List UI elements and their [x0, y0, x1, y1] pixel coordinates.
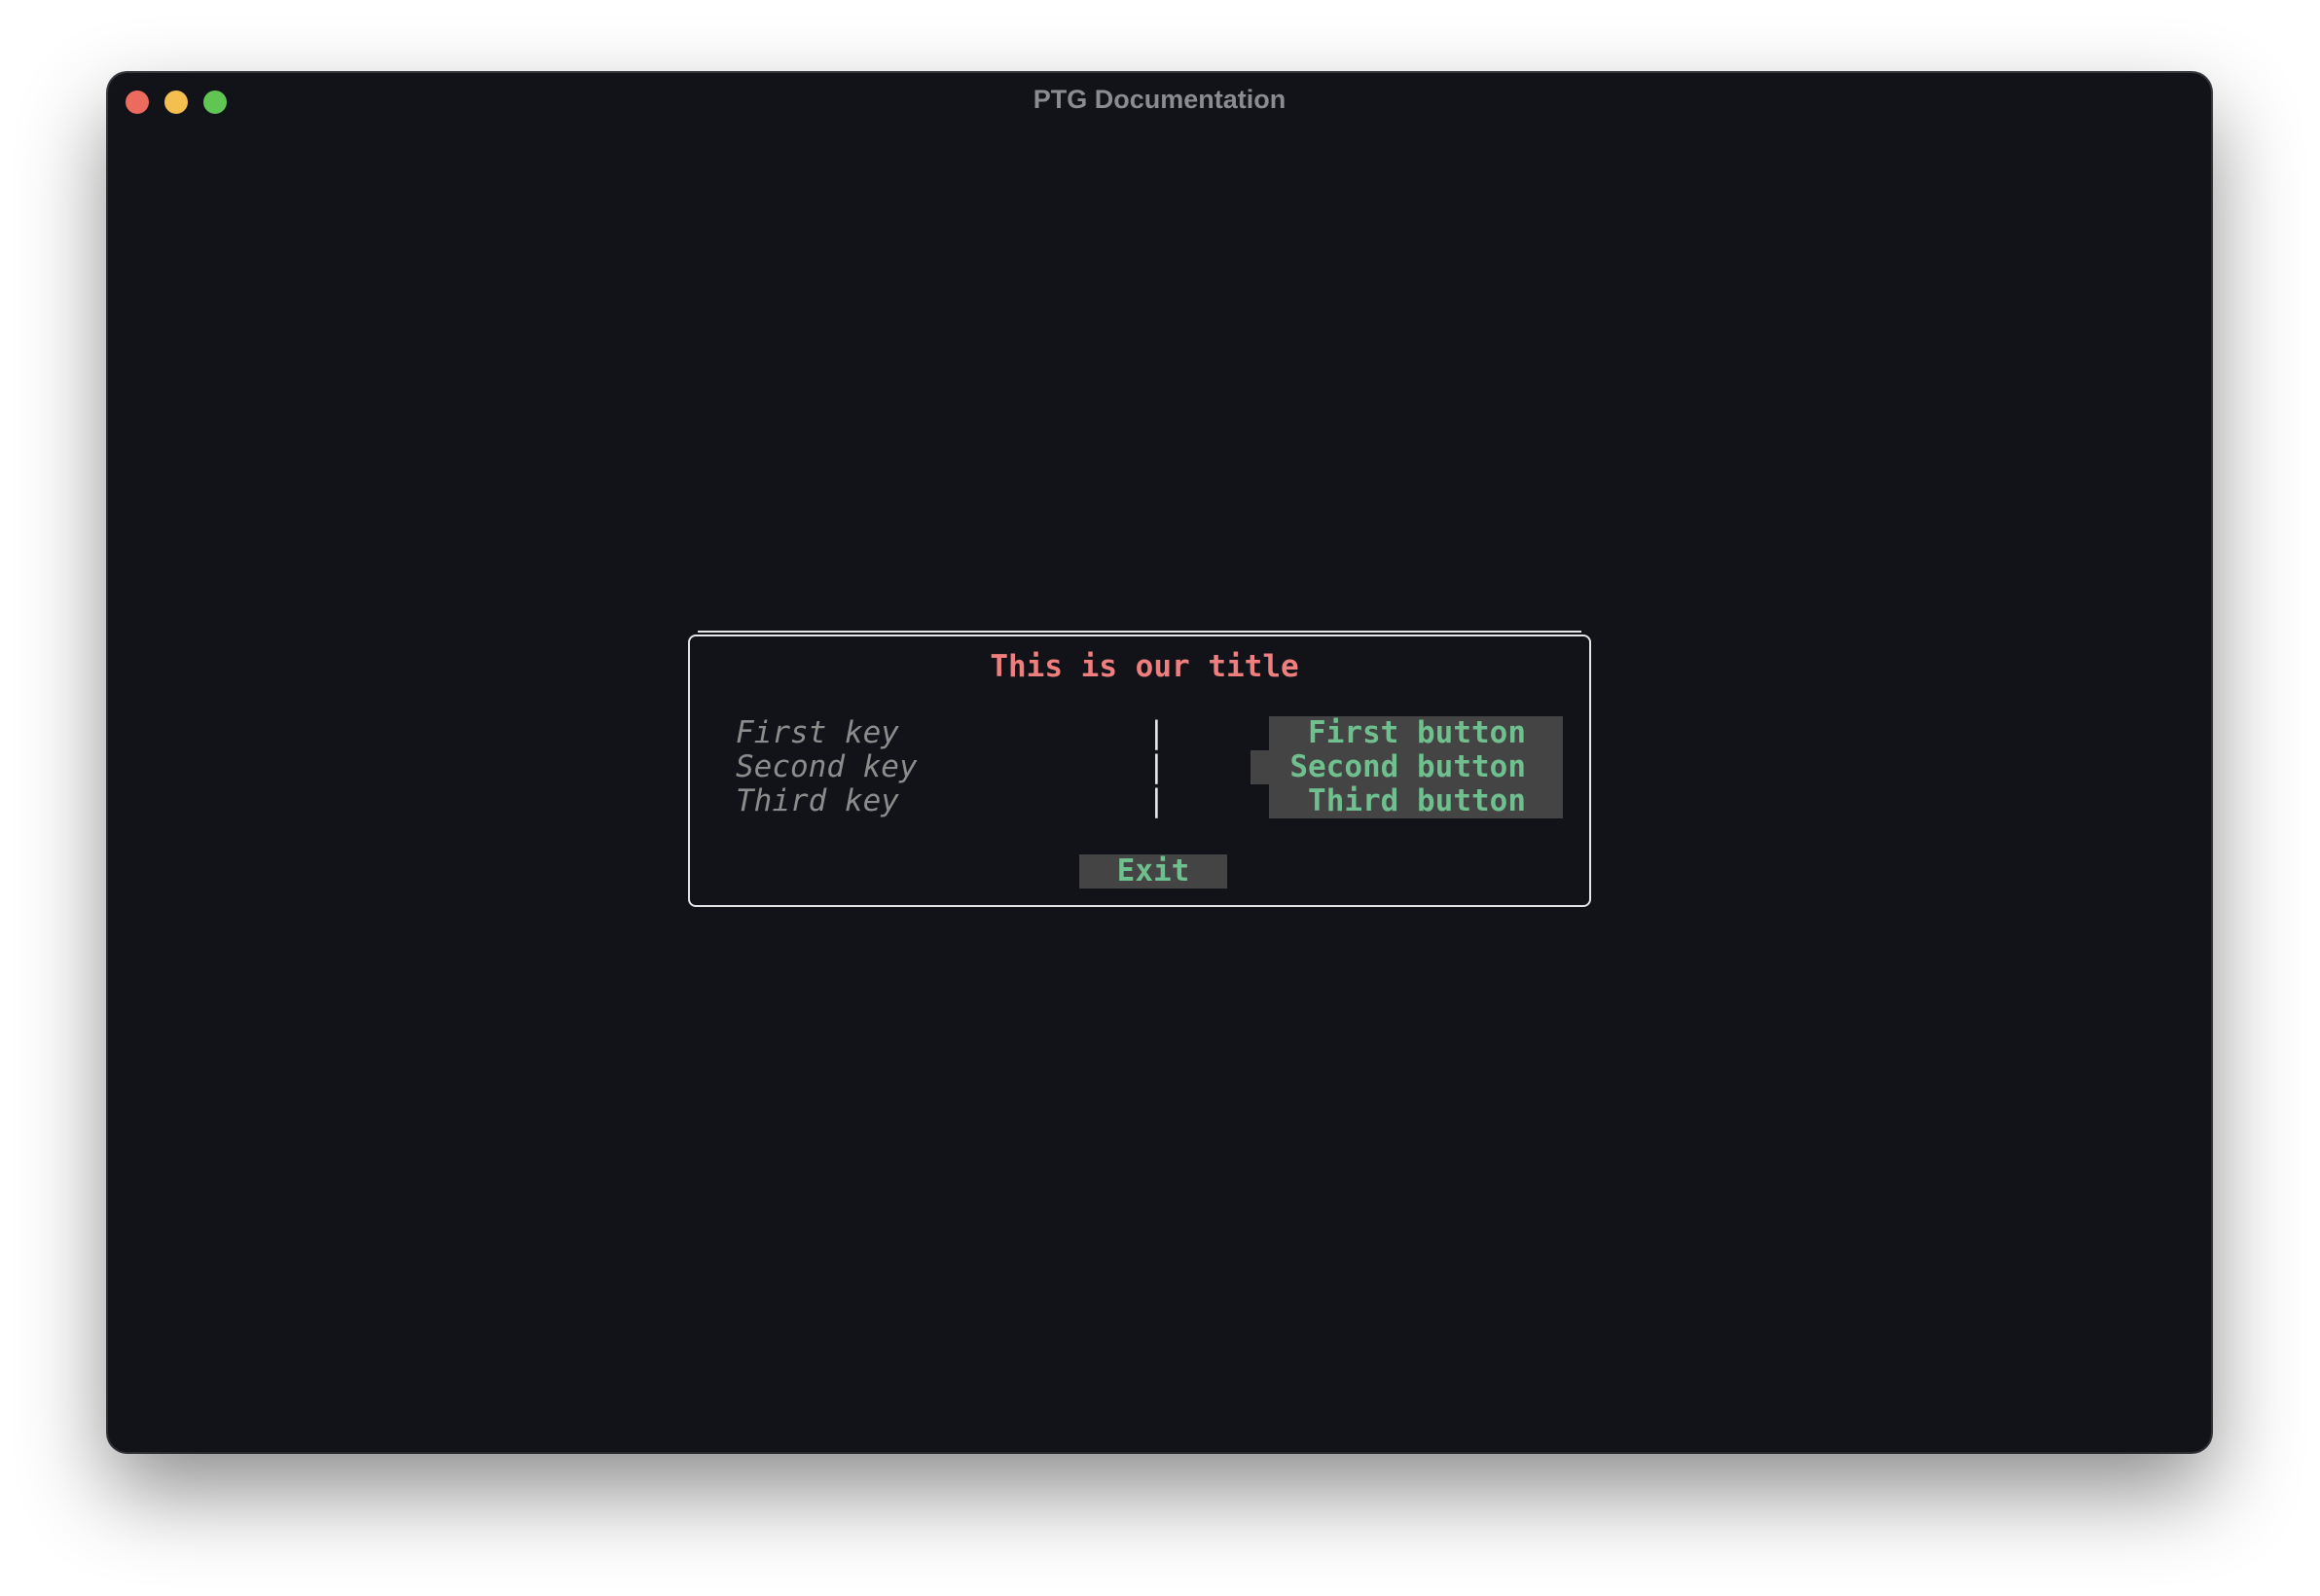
key-label: Second key	[736, 749, 918, 784]
separator: |	[1147, 749, 1166, 784]
key-value-row: Third key | Third button	[690, 784, 1589, 818]
separator: |	[1147, 783, 1166, 818]
dialog-top-border	[698, 631, 1581, 633]
window-title: PTG Documentation	[1033, 85, 1287, 114]
key-label: First key	[736, 715, 899, 750]
dialog-title: This is our title	[990, 649, 1299, 684]
dialog-container: This is our title First key | First butt…	[688, 631, 1591, 907]
title-bar[interactable]: PTG Documentation	[108, 73, 2211, 127]
separator: |	[1147, 715, 1166, 750]
key-label: Third key	[736, 783, 899, 818]
key-value-row: Second key | Second button	[690, 750, 1589, 784]
exit-button[interactable]: Exit	[1079, 854, 1227, 889]
first-button[interactable]: First button	[1269, 716, 1563, 750]
third-button[interactable]: Third button	[1269, 784, 1563, 818]
key-value-row: First key | First button	[690, 716, 1589, 750]
terminal-window: PTG Documentation This is our title Firs…	[108, 73, 2211, 1452]
second-button[interactable]: Second button	[1251, 750, 1563, 784]
